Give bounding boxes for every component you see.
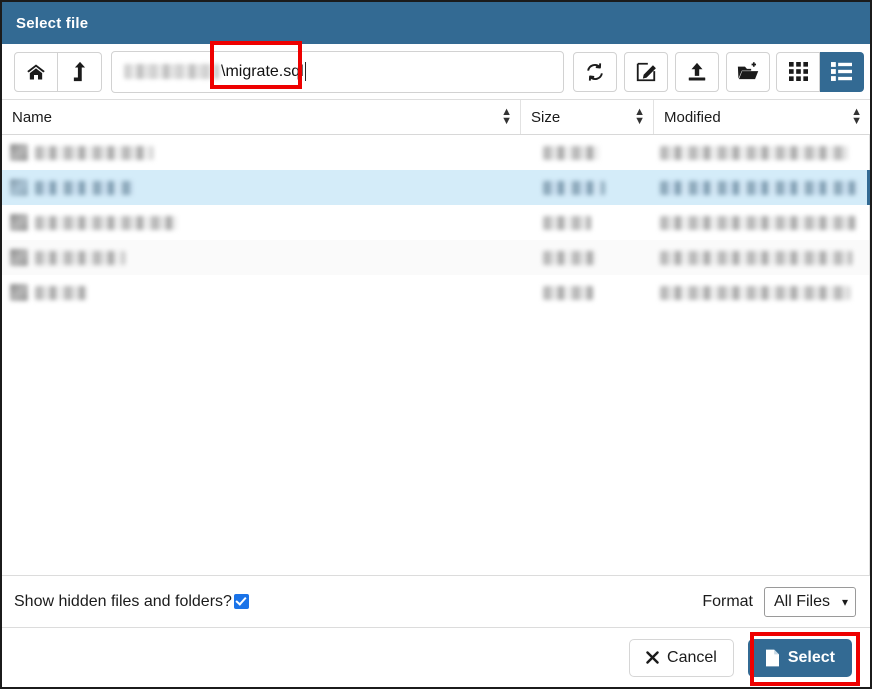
file-modified-redacted (660, 215, 856, 230)
file-modified-redacted (660, 145, 848, 160)
file-modified-redacted (660, 180, 860, 195)
file-name-redacted (35, 180, 133, 195)
file-modified-cell (654, 240, 870, 275)
file-size-redacted (543, 145, 599, 160)
show-hidden-files-checkbox[interactable] (233, 594, 249, 609)
file-icon (765, 649, 780, 667)
file-name-redacted (35, 215, 177, 230)
file-type-icon (10, 214, 28, 231)
file-name-cell (2, 205, 521, 240)
parent-directory-button[interactable] (58, 51, 102, 92)
cancel-button[interactable]: Cancel (629, 638, 734, 677)
table-row[interactable] (2, 275, 870, 310)
file-modified-cell (654, 275, 870, 310)
table-row[interactable] (2, 240, 870, 275)
file-name-redacted (35, 250, 125, 265)
table-row[interactable] (2, 170, 870, 205)
upload-icon (686, 61, 708, 83)
chevron-down-icon: ▾ (841, 594, 848, 609)
edit-icon (635, 61, 657, 83)
home-icon (25, 62, 47, 82)
table-row[interactable] (2, 205, 870, 240)
file-type-icon (10, 179, 28, 196)
file-modified-redacted (660, 285, 850, 300)
file-size-cell (521, 275, 654, 310)
file-size-redacted (543, 180, 605, 195)
dialog-button-bar: Cancel Select (2, 627, 870, 687)
navigation-button-group (14, 51, 102, 92)
file-browser-toolbar: \migrate.sql (2, 40, 870, 100)
show-hidden-files-option[interactable]: Show hidden files and folders? (14, 593, 249, 611)
sort-icon-name[interactable]: ▲ ▼ (501, 107, 512, 127)
file-name-redacted (35, 145, 153, 160)
file-name-cell (2, 170, 521, 205)
file-type-icon (10, 284, 28, 301)
file-size-redacted (543, 285, 593, 300)
list-view-button[interactable] (820, 51, 864, 92)
file-name-cell (2, 240, 521, 275)
file-size-cell (521, 240, 654, 275)
new-folder-icon (737, 61, 760, 82)
column-header-modified-label: Modified (664, 108, 721, 126)
file-list-header: Name ▲ ▼ Size ▲ ▼ Modified ▲ ▼ (2, 100, 870, 135)
file-size-cell (521, 135, 654, 170)
format-filter-group: Format All Files ▾ (702, 586, 856, 617)
cancel-button-label: Cancel (667, 648, 717, 666)
sort-icon-size[interactable]: ▲ ▼ (634, 107, 645, 127)
file-modified-cell (654, 205, 870, 240)
level-up-icon (72, 61, 88, 82)
new-folder-button[interactable] (726, 51, 770, 92)
selected-row-edge (867, 170, 870, 205)
table-row[interactable] (2, 135, 870, 170)
path-redacted-prefix (124, 64, 219, 79)
close-icon (646, 651, 659, 664)
select-button-label: Select (787, 648, 835, 666)
select-file-dialog: Select file \migrate.sql Name ▲ ▼ Size ▲… (0, 0, 872, 689)
sort-icon-modified[interactable]: ▲ ▼ (851, 107, 862, 127)
file-list[interactable] (2, 135, 870, 575)
file-size-cell (521, 205, 654, 240)
view-toggle-group (776, 51, 864, 92)
format-select[interactable]: All Files ▾ (764, 586, 856, 617)
file-modified-cell (654, 135, 870, 170)
path-visible-text: \migrate.sql (221, 62, 304, 80)
action-button-group (573, 51, 770, 92)
dialog-options-bar: Show hidden files and folders? Format Al… (2, 575, 870, 627)
dialog-titlebar: Select file (2, 2, 870, 44)
file-name-cell (2, 135, 521, 170)
column-header-name[interactable]: Name ▲ ▼ (2, 100, 521, 134)
file-type-icon (10, 249, 28, 266)
refresh-button[interactable] (573, 51, 617, 92)
format-label: Format (702, 592, 753, 610)
select-button[interactable]: Select (747, 638, 852, 677)
home-button[interactable] (14, 51, 58, 92)
list-view-icon (831, 62, 852, 81)
path-input[interactable]: \migrate.sql (111, 50, 564, 93)
show-hidden-files-label: Show hidden files and folders? (14, 592, 232, 610)
text-caret (304, 62, 306, 81)
path-field-wrapper: \migrate.sql (111, 40, 564, 93)
rename-button[interactable] (624, 51, 668, 92)
upload-button[interactable] (675, 51, 719, 92)
file-size-redacted (543, 215, 591, 230)
file-modified-redacted (660, 250, 852, 265)
grid-view-button[interactable] (776, 51, 820, 92)
dialog-title: Select file (16, 14, 89, 32)
format-select-value: All Files (774, 592, 831, 610)
file-size-redacted (543, 250, 595, 265)
file-name-redacted (35, 285, 87, 300)
file-type-icon (10, 144, 28, 161)
column-header-size-label: Size (531, 108, 561, 126)
column-header-size[interactable]: Size ▲ ▼ (521, 100, 654, 134)
column-header-modified[interactable]: Modified ▲ ▼ (654, 100, 870, 134)
file-modified-cell (654, 170, 870, 205)
refresh-icon (584, 61, 606, 83)
grid-view-icon (788, 62, 808, 81)
column-header-name-label: Name (12, 108, 53, 126)
file-size-cell (521, 170, 654, 205)
file-name-cell (2, 275, 521, 310)
